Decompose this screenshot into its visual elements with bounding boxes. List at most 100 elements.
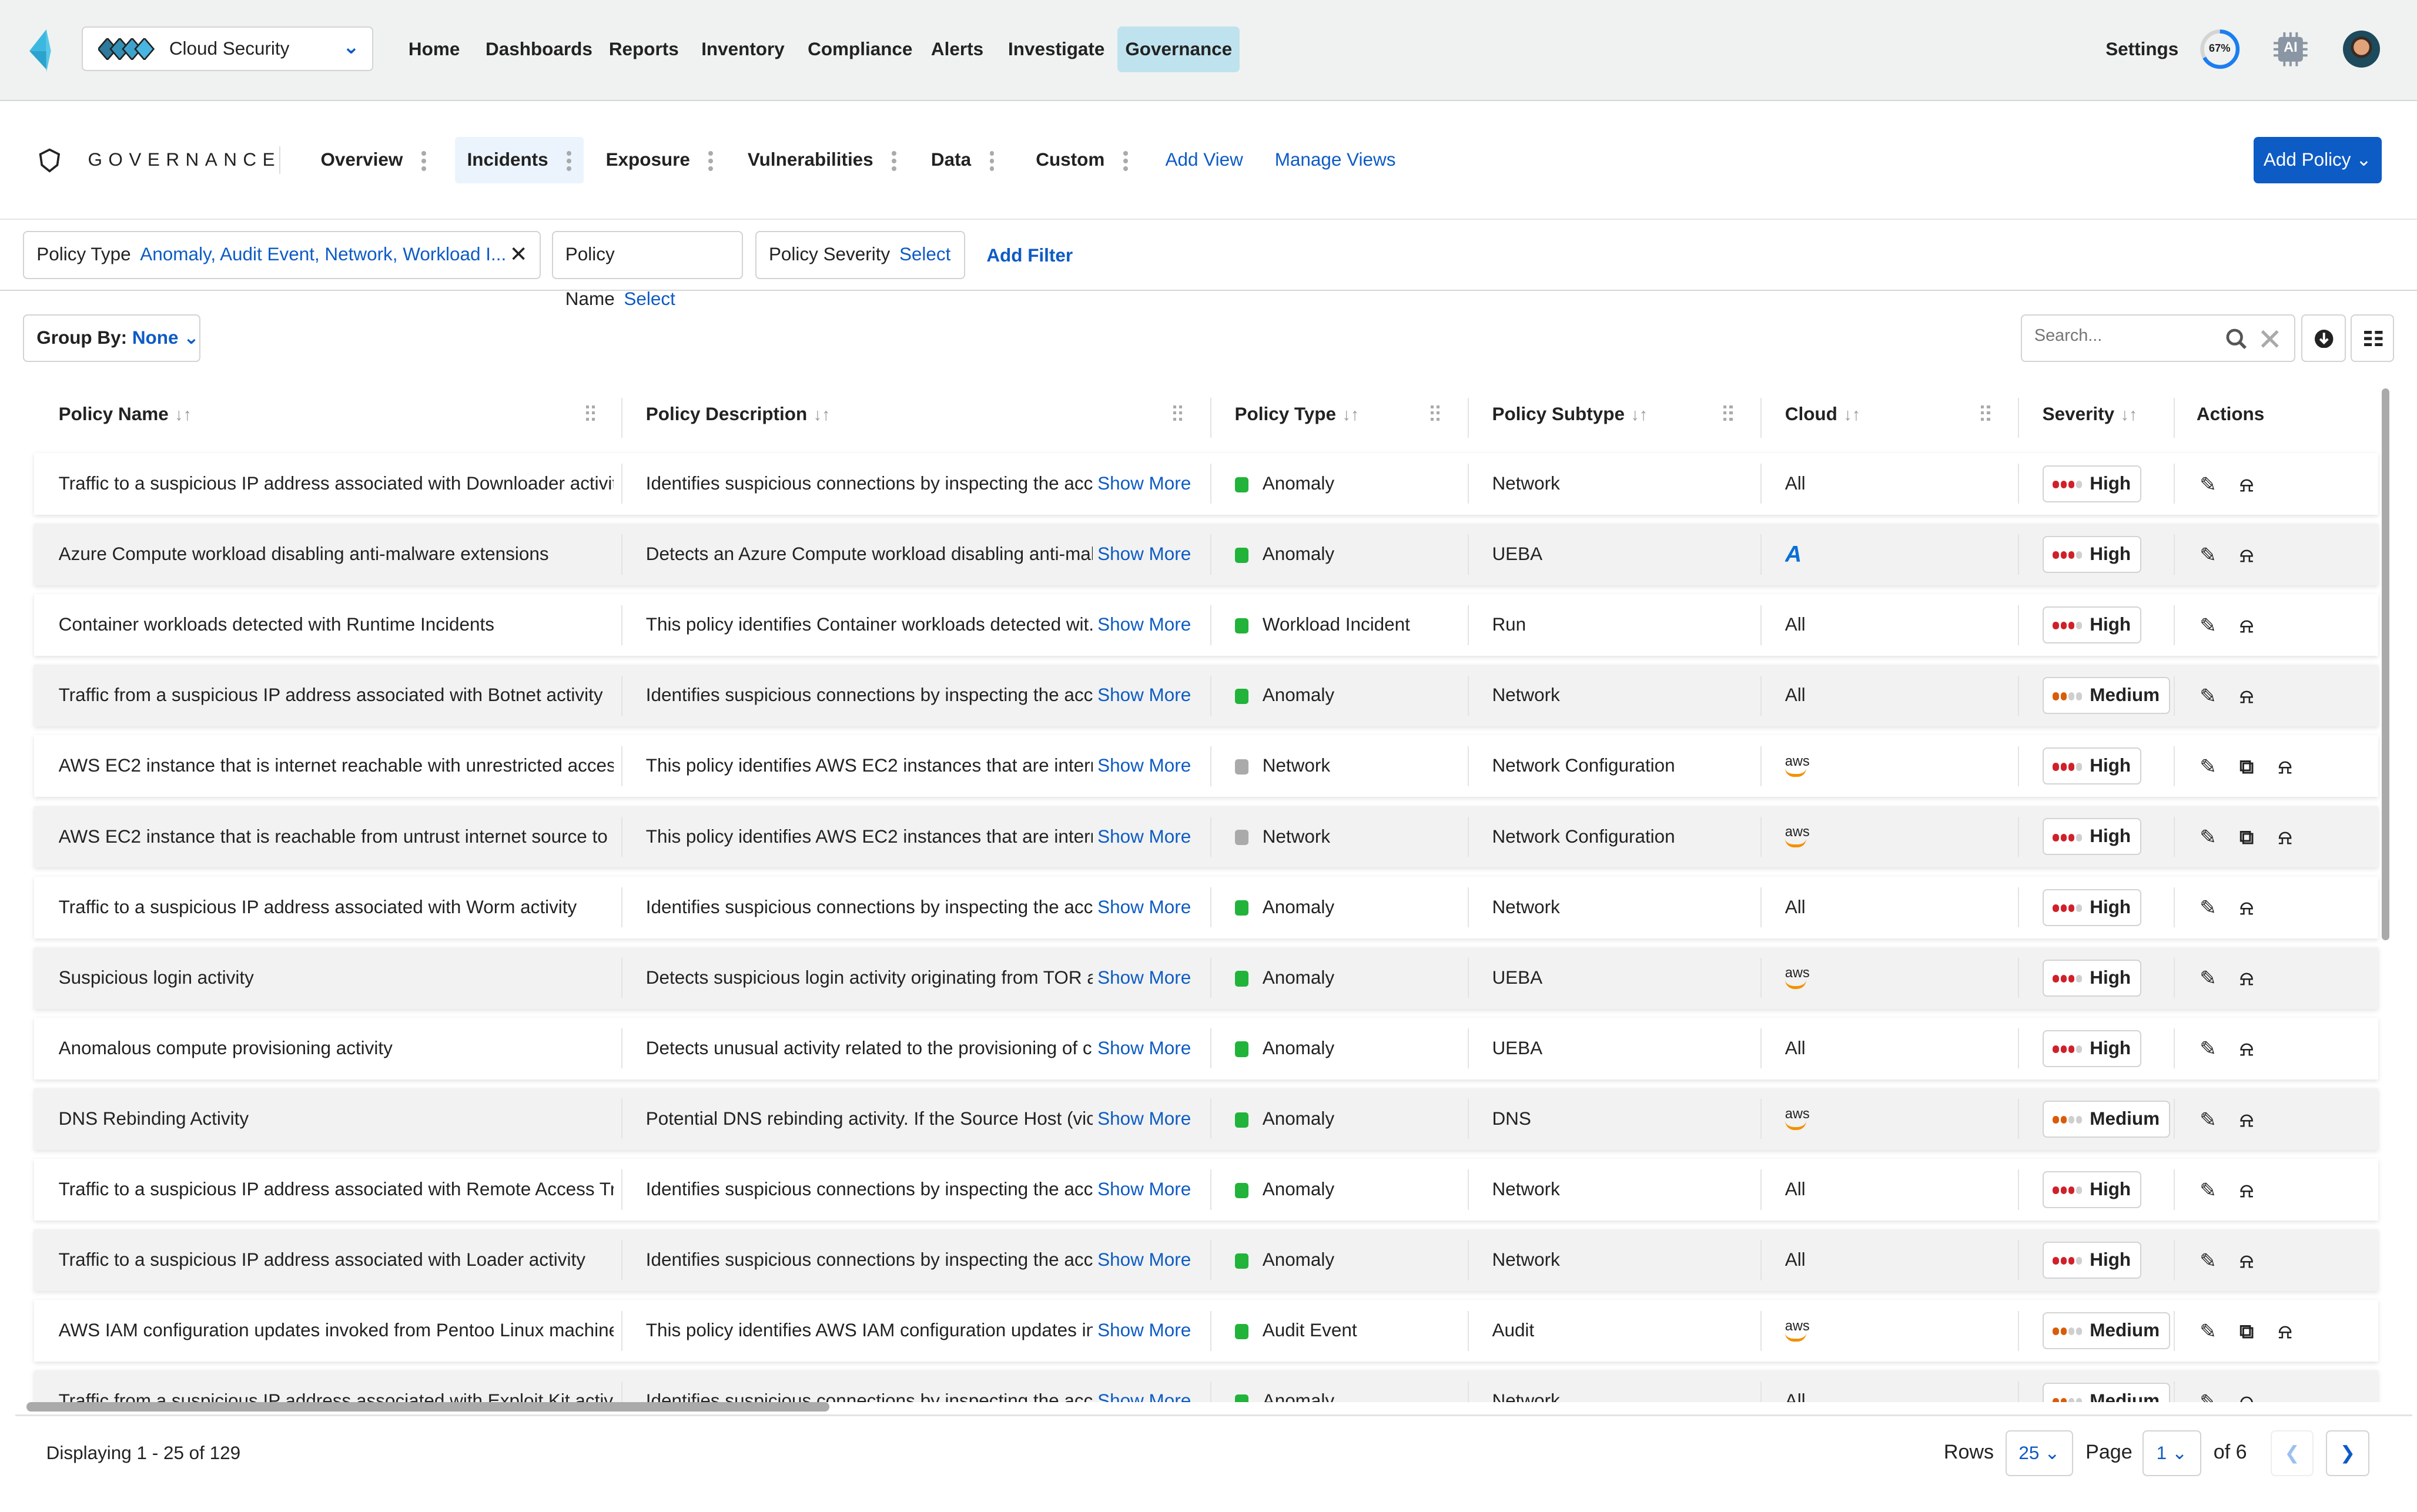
- show-more-link[interactable]: Show More: [1097, 1229, 1191, 1291]
- kebab-menu-icon[interactable]: [892, 148, 897, 175]
- tab-vulnerabilities[interactable]: Vulnerabilities: [735, 137, 909, 183]
- search-input[interactable]: [2031, 324, 2220, 347]
- edit-icon[interactable]: ✎: [2198, 475, 2218, 495]
- sort-icon[interactable]: ↓↑: [2121, 405, 2138, 424]
- add-view-link[interactable]: Add View: [1166, 149, 1243, 170]
- alarm-icon[interactable]: ⍾: [2237, 968, 2257, 988]
- table-row[interactable]: Traffic from a suspicious IP address ass…: [34, 665, 2379, 727]
- next-page-button[interactable]: ❯: [2326, 1430, 2369, 1477]
- horizontal-scrollbar[interactable]: [26, 1402, 829, 1412]
- edit-icon[interactable]: ✎: [2198, 616, 2218, 636]
- alarm-icon[interactable]: ⍾: [2275, 1322, 2295, 1342]
- column-header-actions[interactable]: Actions: [2197, 404, 2264, 425]
- copy-icon[interactable]: ⧉: [2237, 757, 2257, 777]
- edit-icon[interactable]: ✎: [2198, 1110, 2218, 1130]
- policy-name-filter[interactable]: Policy Name Select: [551, 231, 743, 309]
- column-header-policy-type[interactable]: Policy Type ↓↑: [1235, 404, 1360, 425]
- column-drag-handle-icon[interactable]: [1980, 405, 1993, 424]
- nav-compliance[interactable]: Compliance: [800, 26, 920, 73]
- table-row[interactable]: Suspicious login activity Detects suspici…: [34, 947, 2379, 1009]
- column-drag-handle-icon[interactable]: [585, 405, 598, 424]
- copy-icon[interactable]: ⧉: [2237, 1322, 2257, 1342]
- download-button[interactable]: [2301, 314, 2346, 363]
- alarm-icon[interactable]: ⍾: [2237, 686, 2257, 706]
- show-more-link[interactable]: Show More: [1097, 1088, 1191, 1150]
- table-row[interactable]: Traffic to a suspicious IP address assoc…: [34, 876, 2379, 938]
- show-more-link[interactable]: Show More: [1097, 735, 1191, 797]
- column-settings-button[interactable]: [2351, 314, 2394, 363]
- table-row[interactable]: AWS IAM configuration updates invoked fr…: [34, 1300, 2379, 1362]
- table-row[interactable]: Traffic to a suspicious IP address assoc…: [34, 452, 2379, 515]
- sort-icon[interactable]: ↓↑: [1631, 405, 1648, 424]
- clear-filter-icon[interactable]: ✕: [510, 232, 528, 277]
- alarm-icon[interactable]: ⍾: [2275, 757, 2295, 777]
- add-filter-link[interactable]: Add Filter: [986, 245, 1073, 266]
- table-row[interactable]: Traffic to a suspicious IP address assoc…: [34, 1229, 2379, 1292]
- tab-custom[interactable]: Custom: [1023, 137, 1140, 183]
- kebab-menu-icon[interactable]: [421, 148, 426, 175]
- show-more-link[interactable]: Show More: [1097, 877, 1191, 938]
- nav-governance[interactable]: Governance: [1117, 26, 1240, 73]
- show-more-link[interactable]: Show More: [1097, 665, 1191, 726]
- column-drag-handle-icon[interactable]: [1173, 405, 1186, 424]
- table-row[interactable]: Anomalous compute provisioning activity D…: [34, 1017, 2379, 1079]
- sort-icon[interactable]: ↓↑: [175, 405, 192, 424]
- alarm-icon[interactable]: ⍾: [2237, 1110, 2257, 1130]
- table-row[interactable]: Azure Compute workload disabling anti-ma…: [34, 524, 2379, 585]
- edit-icon[interactable]: ✎: [2198, 827, 2218, 847]
- column-header-policy-description[interactable]: Policy Description ↓↑: [646, 404, 831, 425]
- user-avatar[interactable]: [2343, 31, 2380, 68]
- ai-assistant-button[interactable]: AI: [2274, 32, 2308, 66]
- show-more-link[interactable]: Show More: [1097, 1159, 1191, 1221]
- alarm-icon[interactable]: ⍾: [2237, 616, 2257, 636]
- nav-alerts[interactable]: Alerts: [923, 26, 991, 73]
- nav-home[interactable]: Home: [401, 26, 468, 73]
- edit-icon[interactable]: ✎: [2198, 545, 2218, 565]
- show-more-link[interactable]: Show More: [1097, 1370, 1191, 1402]
- add-policy-button[interactable]: Add Policy ⌄: [2253, 137, 2382, 184]
- alarm-icon[interactable]: ⍾: [2237, 475, 2257, 495]
- show-more-link[interactable]: Show More: [1097, 594, 1191, 656]
- edit-icon[interactable]: ✎: [2198, 757, 2218, 777]
- table-row[interactable]: Traffic to a suspicious IP address assoc…: [34, 1159, 2379, 1221]
- product-selector[interactable]: Cloud Security ⌄: [81, 26, 373, 71]
- alarm-icon[interactable]: ⍾: [2237, 1251, 2257, 1271]
- show-more-link[interactable]: Show More: [1097, 524, 1191, 585]
- edit-icon[interactable]: ✎: [2198, 1181, 2218, 1201]
- table-row[interactable]: Container workloads detected with Runtim…: [34, 594, 2379, 656]
- sort-icon[interactable]: ↓↑: [1343, 405, 1360, 424]
- tab-exposure[interactable]: Exposure: [594, 137, 726, 183]
- show-more-link[interactable]: Show More: [1097, 806, 1191, 868]
- kebab-menu-icon[interactable]: [708, 148, 714, 175]
- column-drag-handle-icon[interactable]: [1430, 405, 1443, 424]
- table-row[interactable]: AWS EC2 instance that is internet reacha…: [34, 735, 2379, 797]
- copy-icon[interactable]: ⧉: [2237, 827, 2257, 847]
- previous-page-button[interactable]: ❮: [2270, 1430, 2314, 1477]
- column-header-policy-subtype[interactable]: Policy Subtype ↓↑: [1492, 404, 1648, 425]
- edit-icon[interactable]: ✎: [2198, 1251, 2218, 1271]
- edit-icon[interactable]: ✎: [2198, 1322, 2218, 1342]
- alarm-icon[interactable]: ⍾: [2275, 827, 2295, 847]
- edit-icon[interactable]: ✎: [2198, 686, 2218, 706]
- alarm-icon[interactable]: ⍾: [2237, 1181, 2257, 1201]
- table-row[interactable]: Traffic from a suspicious IP address ass…: [34, 1370, 2379, 1403]
- table-row[interactable]: AWS EC2 instance that is reachable from …: [34, 806, 2379, 868]
- kebab-menu-icon[interactable]: [989, 148, 995, 175]
- rows-per-page-select[interactable]: 25 ⌄: [2005, 1430, 2074, 1477]
- manage-views-link[interactable]: Manage Views: [1275, 149, 1396, 170]
- edit-icon[interactable]: ✎: [2198, 1392, 2218, 1402]
- column-header-severity[interactable]: Severity ↓↑: [2043, 404, 2138, 425]
- clear-search-icon[interactable]: [2261, 330, 2279, 348]
- search-icon[interactable]: [2225, 328, 2247, 350]
- column-header-cloud[interactable]: Cloud ↓↑: [1785, 404, 1860, 425]
- edit-icon[interactable]: ✎: [2198, 968, 2218, 988]
- show-more-link[interactable]: Show More: [1097, 1018, 1191, 1079]
- alarm-icon[interactable]: ⍾: [2237, 545, 2257, 565]
- nav-inventory[interactable]: Inventory: [694, 26, 792, 73]
- tab-overview[interactable]: Overview: [308, 137, 438, 183]
- progress-ring[interactable]: 67%: [2198, 28, 2241, 71]
- kebab-menu-icon[interactable]: [1123, 148, 1128, 175]
- group-by-select[interactable]: Group By: None ⌄: [23, 314, 200, 363]
- sort-icon[interactable]: ↓↑: [814, 405, 831, 424]
- nav-reports[interactable]: Reports: [601, 26, 687, 73]
